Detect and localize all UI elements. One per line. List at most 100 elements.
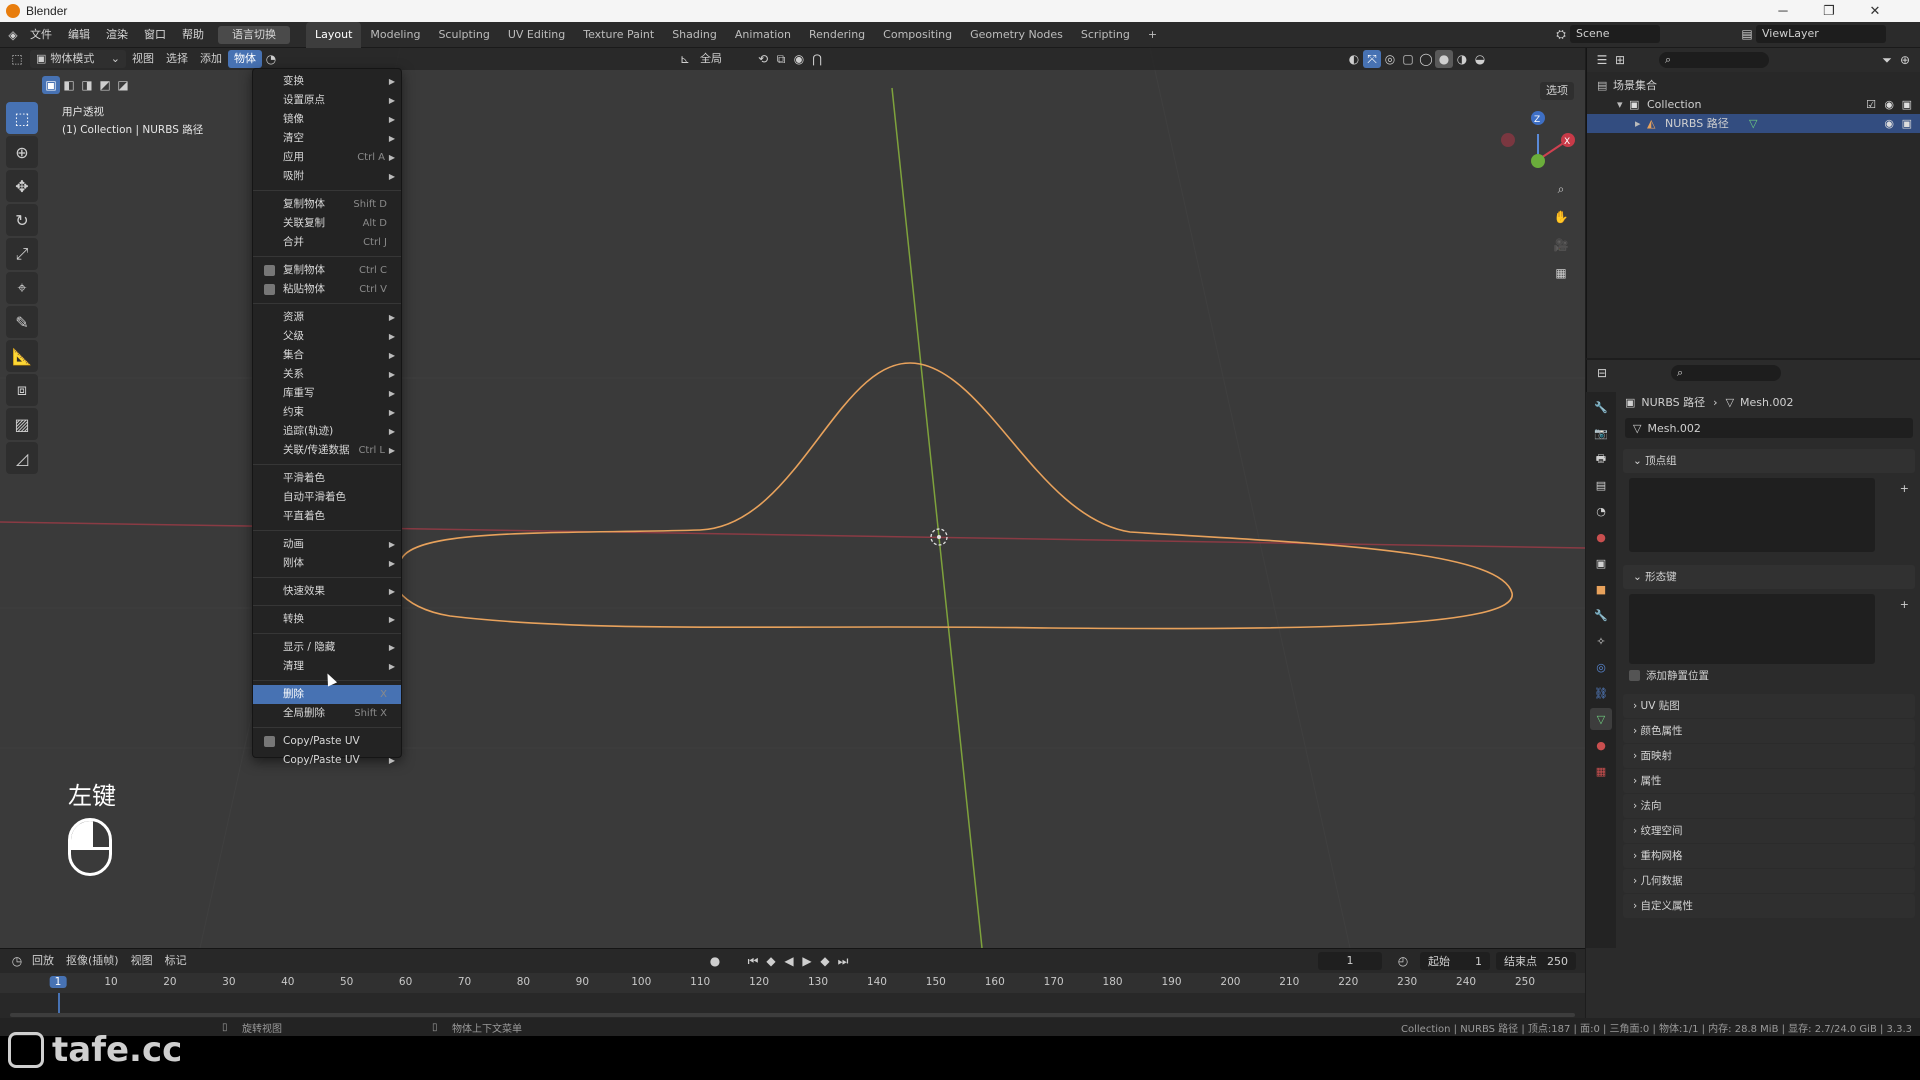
select-intersect-icon[interactable]: ◪: [114, 76, 132, 94]
data-tab-icon[interactable]: ▽: [1590, 708, 1612, 730]
context-menu-item[interactable]: 资源 ▶: [253, 308, 401, 327]
ortho-grid-icon[interactable]: ▦: [1552, 264, 1570, 282]
tab-scripting[interactable]: Scripting: [1072, 22, 1139, 48]
next-keyframe-icon[interactable]: ◆: [816, 952, 834, 970]
add-vertex-group-icon[interactable]: +: [1900, 482, 1909, 495]
measure-tool-icon[interactable]: 📐: [6, 340, 38, 372]
mesh-datablock-field[interactable]: ▽ Mesh.002: [1625, 418, 1913, 438]
panel-vertex-groups[interactable]: ⌄ 顶点组: [1623, 449, 1915, 473]
context-menu-item[interactable]: 库重写 ▶: [253, 384, 401, 403]
gizmo-icon[interactable]: ⤧: [1363, 50, 1381, 68]
context-menu-item[interactable]: 平直着色: [253, 507, 401, 526]
properties-panel-collapsed[interactable]: › 颜色属性: [1623, 719, 1915, 743]
context-menu-item[interactable]: 关联复制 Alt D: [253, 214, 401, 233]
context-menu-item[interactable]: 刚体 ▶: [253, 554, 401, 573]
playhead[interactable]: [58, 993, 60, 1015]
context-menu-item[interactable]: 设置原点 ▶: [253, 91, 401, 110]
context-menu-item[interactable]: Copy/Paste UV: [253, 732, 401, 751]
solid-shading-icon[interactable]: ●: [1435, 50, 1453, 68]
move-tool-icon[interactable]: ✥: [6, 170, 38, 202]
context-menu-item[interactable]: 约束 ▶: [253, 403, 401, 422]
add-rest-position-checkbox[interactable]: 添加静置位置: [1629, 668, 1709, 683]
display-mode-icon[interactable]: ⊞: [1611, 51, 1629, 69]
context-menu-item[interactable]: 应用 Ctrl A ▶: [253, 148, 401, 167]
context-menu-item[interactable]: 吸附 ▶: [253, 167, 401, 186]
eye-icon[interactable]: ◉: [1884, 95, 1894, 114]
context-menu-item[interactable]: 转换 ▶: [253, 610, 401, 629]
xray-icon[interactable]: ▢: [1399, 50, 1417, 68]
pivot-icon[interactable]: ⟲: [754, 50, 772, 68]
select-subtract-icon[interactable]: ◨: [78, 76, 96, 94]
expand-arrow-icon[interactable]: ▸: [1635, 114, 1641, 133]
world-tab-icon[interactable]: ●: [1590, 526, 1612, 548]
visibility-icon[interactable]: ◐: [1345, 50, 1363, 68]
rendered-shading-icon[interactable]: ◒: [1471, 50, 1489, 68]
context-menu-item[interactable]: 追踪(轨迹) ▶: [253, 422, 401, 441]
menu-edit[interactable]: 编辑: [60, 22, 98, 48]
navigation-gizmo[interactable]: Z X: [1501, 111, 1575, 168]
properties-panel-collapsed[interactable]: › 几何数据: [1623, 869, 1915, 893]
properties-panel-collapsed[interactable]: › 重构网格: [1623, 844, 1915, 868]
view-layer-tab-icon[interactable]: ▤: [1590, 474, 1612, 496]
tab-animation[interactable]: Animation: [726, 22, 800, 48]
3d-viewport[interactable]: Z X 用户透视 (1) Collection | NURBS 路径 ⌕ ✋ 🎥…: [0, 48, 1585, 948]
tab-modeling[interactable]: Modeling: [361, 22, 429, 48]
menu-marker[interactable]: 标记: [159, 952, 193, 970]
scene-selector[interactable]: ⛭ Scene: [1552, 25, 1660, 43]
shape-keys-list[interactable]: + 添加静置位置: [1623, 590, 1915, 683]
cursor-tool-icon[interactable]: ⊕: [6, 136, 38, 168]
context-menu-item[interactable]: 父级 ▶: [253, 327, 401, 346]
properties-search-input[interactable]: ⌕: [1671, 365, 1781, 381]
outliner-scene-collection[interactable]: ▤ 场景集合: [1587, 76, 1920, 95]
context-menu-item[interactable]: 镜像 ▶: [253, 110, 401, 129]
prev-keyframe-icon[interactable]: ◆: [762, 952, 780, 970]
menu-keying[interactable]: 抠像(插帧): [60, 952, 125, 970]
language-switch-button[interactable]: 语言切换: [218, 25, 290, 44]
object-tab-icon[interactable]: ■: [1590, 578, 1612, 600]
record-icon[interactable]: ●: [706, 952, 724, 970]
select-box-tool-icon[interactable]: ⬚: [6, 102, 38, 134]
scene-name[interactable]: Scene: [1570, 25, 1660, 43]
add-shape-key-icon[interactable]: +: [1900, 598, 1909, 611]
context-menu-item[interactable]: Copy/Paste UV ▶: [253, 751, 401, 770]
menu-view[interactable]: 视图: [126, 50, 160, 68]
play-reverse-icon[interactable]: ◀: [780, 952, 798, 970]
editor-type-icon[interactable]: ◈: [4, 26, 22, 44]
expand-arrow-icon[interactable]: ▾: [1617, 95, 1623, 114]
panel-shape-keys[interactable]: ⌄ 形态键: [1623, 565, 1915, 589]
overlay-icon[interactable]: ◎: [1381, 50, 1399, 68]
texture-tab-icon[interactable]: ▦: [1590, 760, 1612, 782]
tab-geometry-nodes[interactable]: Geometry Nodes: [961, 22, 1072, 48]
modifier-tab-icon[interactable]: 🔧: [1590, 604, 1612, 626]
properties-panel-collapsed[interactable]: › 面映射: [1623, 744, 1915, 768]
scene-tab-icon[interactable]: ◔: [1590, 500, 1612, 522]
context-menu-item[interactable]: 复制物体 Shift D: [253, 195, 401, 214]
particles-tab-icon[interactable]: ✧: [1590, 630, 1612, 652]
maximize-button[interactable]: ❐: [1806, 0, 1852, 22]
falloff-icon[interactable]: ⋂: [808, 50, 826, 68]
timeline-ruler[interactable]: 1 10 20 30 40 50 60 70 80 90 100 110 120 130 140 150 160…: [0, 973, 1585, 1015]
menu-add[interactable]: 添加: [194, 50, 228, 68]
menu-file[interactable]: 文件: [22, 22, 60, 48]
end-frame-field[interactable]: 结束点 250: [1496, 952, 1576, 970]
menu-window[interactable]: 窗口: [136, 22, 174, 48]
outliner-editor-icon[interactable]: ☰: [1593, 51, 1611, 69]
context-menu-item[interactable]: 自动平滑着色: [253, 488, 401, 507]
rotate-tool-icon[interactable]: ↻: [6, 204, 38, 236]
properties-panel-collapsed[interactable]: › 自定义属性: [1623, 894, 1915, 918]
properties-panel-collapsed[interactable]: › 属性: [1623, 769, 1915, 793]
context-menu-item[interactable]: 快速效果 ▶: [253, 582, 401, 601]
tab-layout[interactable]: Layout: [306, 21, 362, 48]
select-invert-icon[interactable]: ◩: [96, 76, 114, 94]
scale-cage-tool-icon[interactable]: ◿: [6, 442, 38, 474]
physics-tab-icon[interactable]: ◎: [1590, 656, 1612, 678]
exclude-checkbox[interactable]: ☑: [1866, 95, 1876, 114]
transform-tool-icon[interactable]: ⌖: [6, 272, 38, 304]
pan-hand-icon[interactable]: ✋: [1552, 208, 1570, 226]
viewlayer-name[interactable]: ViewLayer: [1756, 25, 1886, 43]
tab-shading[interactable]: Shading: [663, 22, 726, 48]
material-shading-icon[interactable]: ◑: [1453, 50, 1471, 68]
current-frame-field[interactable]: 1: [1318, 952, 1382, 970]
jump-end-icon[interactable]: ⏭: [834, 952, 852, 970]
menu-playback[interactable]: 回放: [26, 952, 60, 970]
